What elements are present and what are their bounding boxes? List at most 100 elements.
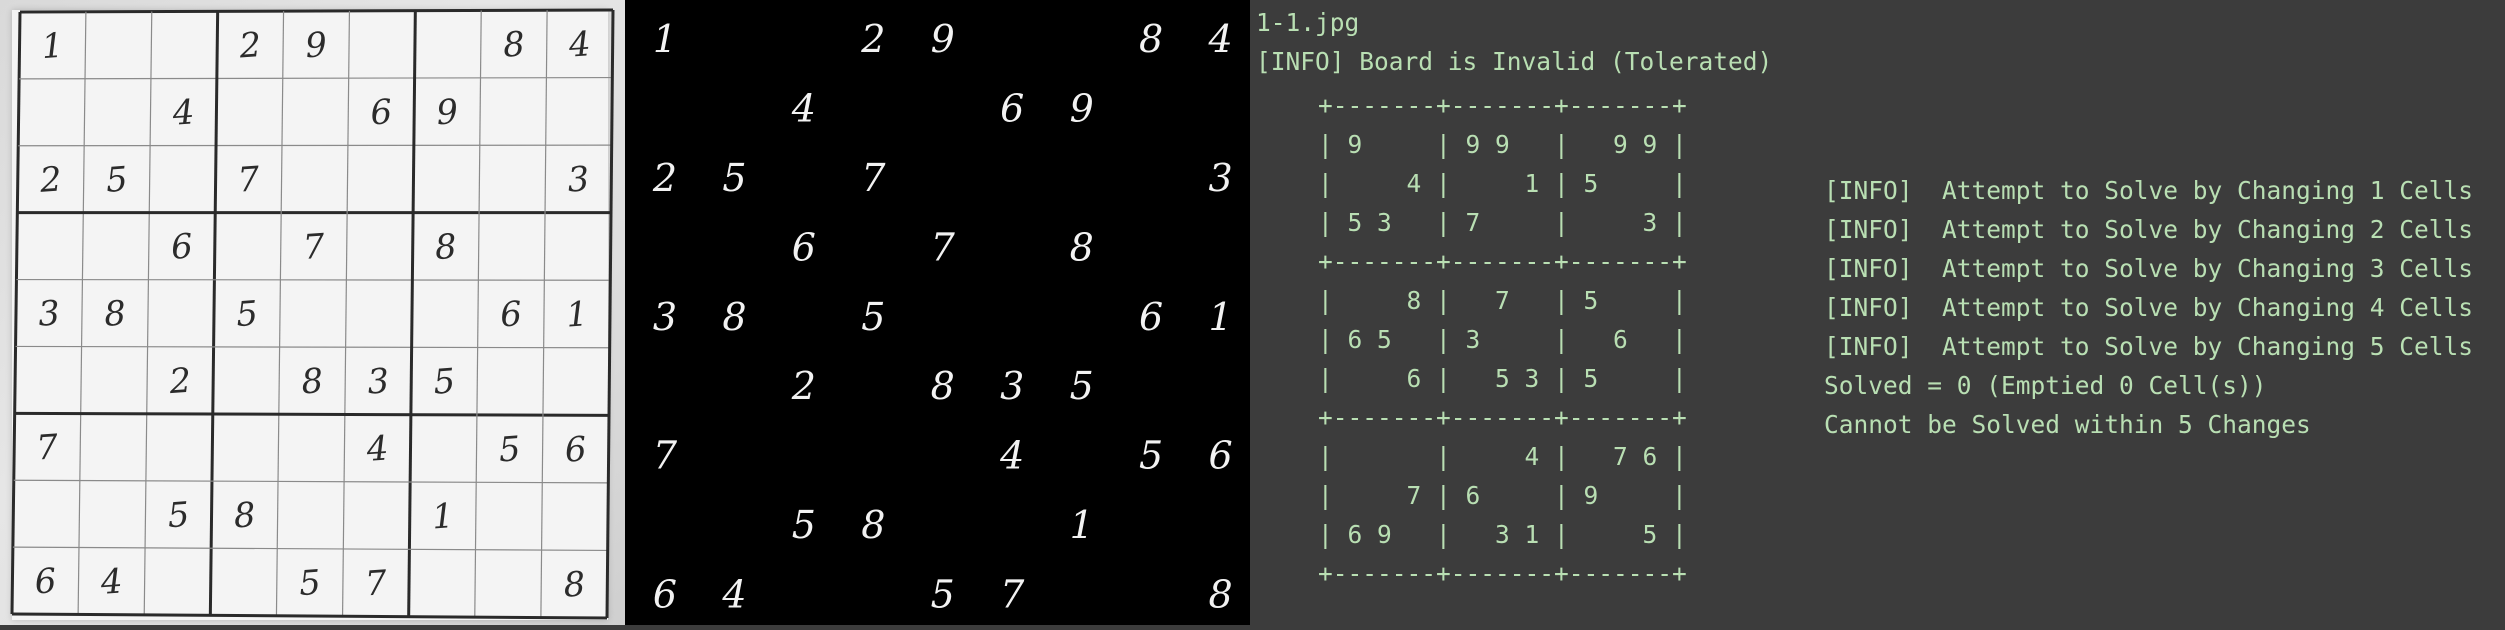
handwritten-digit: 5: [432, 361, 456, 402]
extracted-digit: 5: [722, 156, 746, 200]
board-line: +-------+-------+-------+: [1318, 247, 1687, 276]
extracted-digit: 6: [1000, 86, 1024, 130]
attempt-line: [INFO] Attempt to Solve by Changing 5 Ce…: [1824, 332, 2474, 361]
board-line: | 5 3 | 7 | 3 |: [1318, 208, 1687, 237]
handwritten-digit: 5: [235, 294, 259, 335]
grid-cell-line: [474, 10, 482, 618]
grid-box-line: [407, 10, 417, 617]
extracted-digit: 4: [791, 86, 816, 130]
grid-cell-line: [540, 10, 548, 618]
sudoku-photo-grid: 1 2 9 8 44 6 92 5 7 36 7 83 8 5 6 12 8 3 57 4 5 65 8 16 4 5 7 8: [10, 8, 615, 620]
board-line: +-------+-------+-------+: [1318, 403, 1687, 432]
handwritten-digit: 2: [167, 361, 192, 402]
board-line: | 6 9 | 3 1 | 5 |: [1318, 520, 1687, 549]
extracted-digit: 6: [1139, 295, 1163, 339]
handwritten-digit: 1: [565, 294, 589, 335]
extracted-digit: 5: [792, 503, 816, 547]
grid-cell-line: [16, 278, 611, 281]
board-line: | 7 | 6 | 9 |: [1318, 481, 1687, 510]
extracted-digit: 6: [1208, 434, 1232, 478]
extracted-digit: 4: [721, 573, 746, 617]
extracted-digit: 2: [860, 17, 885, 61]
board-line: | 9 | 9 9 | 9 9 |: [1318, 130, 1687, 159]
grid-cell-line: [19, 76, 613, 80]
extracted-digit: 1: [653, 17, 677, 61]
handwritten-digit: 5: [105, 159, 129, 200]
extracted-digit: 8: [931, 364, 955, 408]
terminal-output-panel: 1-1.jpg [INFO] Board is Invalid (Tolerat…: [1250, 0, 2505, 625]
extracted-digit: 5: [1139, 434, 1163, 478]
handwritten-digit: 2: [38, 159, 63, 200]
attempt-line: [INFO] Attempt to Solve by Changing 4 Ce…: [1824, 293, 2474, 322]
grid-cell-line: [341, 10, 351, 617]
extracted-digit: 2: [791, 364, 816, 408]
handwritten-digit: 3: [566, 159, 590, 200]
extracted-digit: 1: [1070, 503, 1094, 547]
board-line: +-------+-------+-------+: [1318, 91, 1687, 120]
solved-count-line: Solved = 0 (Emptied 0 Cell(s)): [1824, 371, 2267, 400]
grid-cell-line: [18, 144, 612, 147]
grid-cell-line: [13, 479, 609, 484]
handwritten-digit: 1: [431, 496, 455, 537]
result-line: Cannot be Solved within 5 Changes: [1824, 410, 2311, 439]
grid-cell-line: [15, 345, 610, 349]
handwritten-digit: 8: [232, 495, 256, 536]
board-line: | | 4 | 7 6 |: [1318, 442, 1687, 471]
attempt-line: [INFO] Attempt to Solve by Changing 3 Ce…: [1824, 254, 2474, 283]
extracted-digit: 7: [1000, 573, 1025, 617]
extracted-digit: 8: [1208, 573, 1232, 617]
board-line: | 8 | 7 | 5 |: [1318, 286, 1687, 315]
handwritten-digit: 8: [434, 227, 458, 268]
handwritten-digit: 8: [103, 293, 127, 334]
extracted-digit: 7: [861, 156, 886, 200]
attempt-line: [INFO] Attempt to Solve by Changing 1 Ce…: [1824, 176, 2474, 205]
handwritten-digit: 1: [40, 26, 64, 67]
handwritten-digit: 6: [170, 226, 194, 267]
extracted-digit: 4: [999, 434, 1024, 478]
handwritten-digit: 7: [236, 159, 261, 200]
board-line: | 4 | 1 | 5 |: [1318, 169, 1687, 198]
extracted-digit: 8: [722, 295, 746, 339]
extracted-digit: 2: [652, 156, 677, 200]
handwritten-digit: 5: [298, 563, 322, 604]
handwritten-digit: 8: [502, 24, 526, 65]
extracted-digit: 3: [653, 295, 677, 339]
handwritten-digit: 6: [369, 92, 393, 133]
extracted-digit: 4: [1207, 17, 1232, 61]
extracted-digit: 9: [1070, 86, 1094, 130]
extracted-digit: 6: [653, 573, 677, 617]
grid-cell-line: [77, 11, 87, 615]
extracted-digit: 7: [653, 434, 678, 478]
extracted-digit: 9: [931, 17, 955, 61]
filename-line: 1-1.jpg: [1256, 8, 1360, 37]
extracted-digit: 8: [1139, 17, 1163, 61]
board-line: +-------+-------+-------+: [1318, 559, 1687, 588]
handwritten-digit: 8: [562, 564, 586, 605]
extracted-digit: 5: [1070, 364, 1094, 408]
handwritten-digit: 5: [497, 429, 521, 470]
handwritten-digit: 5: [166, 495, 190, 536]
extracted-digit: 6: [792, 225, 816, 269]
handwritten-digit: 4: [567, 24, 592, 65]
extracted-digit: 5: [861, 295, 885, 339]
handwritten-digit: 7: [364, 563, 389, 604]
handwritten-digit: 6: [33, 561, 57, 602]
extracted-digits: 1 2 9 8 44 6 92 5 7 36 7 83 8 5 6 12 8 3 57 4 5 65 8 16 4 5 7 8: [652, 17, 1233, 617]
board-line: | 6 5 | 3 | 6 |: [1318, 325, 1687, 354]
board-status-line: [INFO] Board is Invalid (Tolerated): [1256, 47, 1773, 76]
grid-cell-line: [12, 546, 608, 552]
extracted-digit: 3: [1208, 156, 1232, 200]
grid-cell-line: [143, 11, 153, 615]
extracted-digit: 7: [931, 225, 956, 269]
attempt-line: [INFO] Attempt to Solve by Changing 2 Ce…: [1824, 215, 2474, 244]
grid-cell-line: [275, 11, 285, 616]
extracted-digit: 8: [861, 503, 885, 547]
extracted-digit: 3: [1000, 364, 1024, 408]
handwritten-digit: 3: [366, 361, 390, 402]
extracted-digit: 8: [1070, 225, 1094, 269]
extracted-digit: 1: [1208, 295, 1232, 339]
handwritten-digit: 9: [435, 92, 459, 133]
handwritten-digit: 9: [304, 25, 328, 66]
handwritten-digit: 8: [300, 361, 324, 402]
handwritten-digit: 6: [499, 294, 523, 335]
